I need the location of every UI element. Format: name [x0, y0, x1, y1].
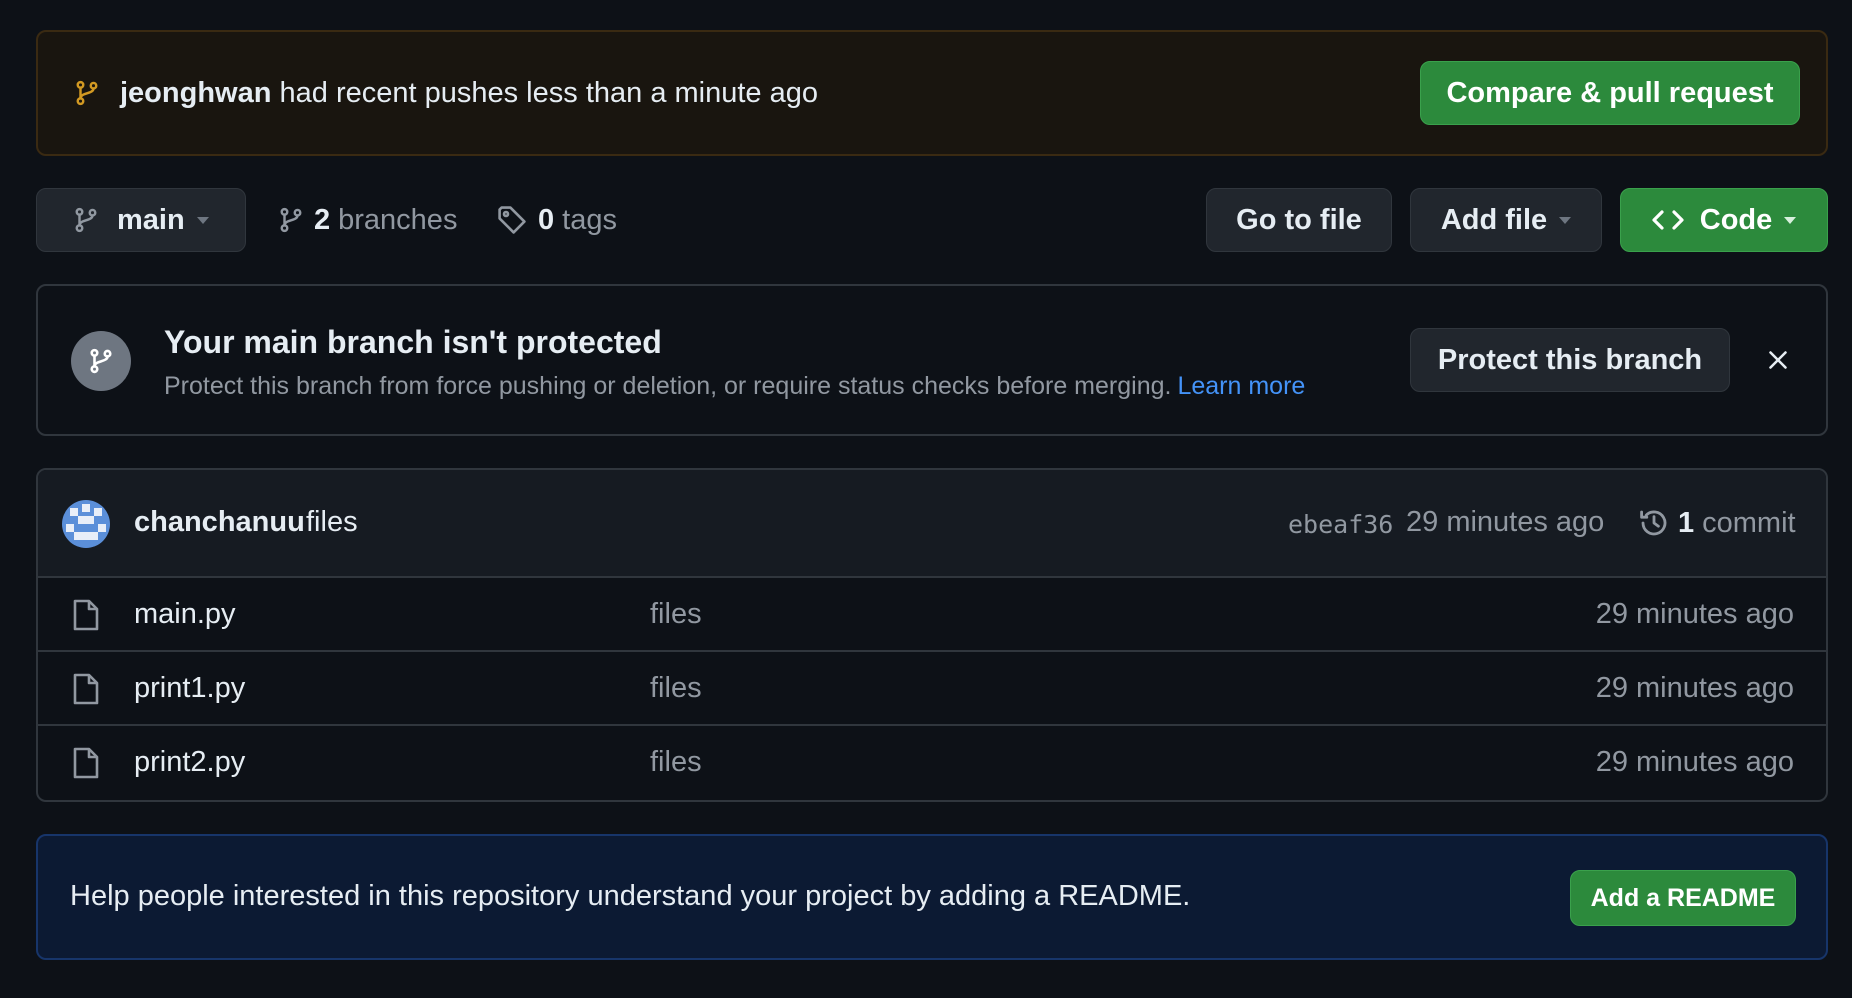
- tags-link[interactable]: 0 tags: [496, 188, 617, 252]
- branch-name: main: [117, 203, 185, 236]
- learn-more-link[interactable]: Learn more: [1177, 372, 1305, 400]
- branches-link[interactable]: 2 branches: [278, 188, 457, 252]
- git-branch-icon: [71, 331, 131, 391]
- commit-history-link[interactable]: 1 commit: [1638, 504, 1796, 542]
- compare-pull-request-button[interactable]: Compare & pull request: [1420, 61, 1800, 125]
- file-icon: [72, 598, 100, 632]
- push-message-text: had recent pushes less than a minute ago: [279, 76, 818, 109]
- commit-message[interactable]: files: [306, 506, 358, 539]
- file-name[interactable]: print1.py: [134, 672, 245, 705]
- file-row: print2.py files 29 minutes ago: [38, 726, 1826, 800]
- commit-count: 1: [1678, 506, 1695, 539]
- add-file-button[interactable]: Add file: [1410, 188, 1602, 252]
- tag-icon: [496, 204, 528, 236]
- push-message: jeonghwan had recent pushes less than a …: [120, 77, 818, 110]
- code-label: Code: [1699, 203, 1773, 236]
- latest-commit-row: chanchanuu files ebeaf36 29 minutes ago …: [38, 470, 1826, 578]
- file-time: 29 minutes ago: [1595, 746, 1794, 778]
- code-button[interactable]: Code: [1620, 188, 1828, 252]
- tags-label: tags: [562, 203, 617, 236]
- file-time: 29 minutes ago: [1595, 672, 1794, 704]
- file-list: chanchanuu files ebeaf36 29 minutes ago …: [36, 468, 1828, 802]
- close-icon[interactable]: [1762, 344, 1794, 376]
- recent-pushes-banner: jeonghwan had recent pushes less than a …: [36, 30, 1828, 156]
- git-branch-icon: [73, 205, 99, 235]
- branch-selector[interactable]: main: [36, 188, 246, 252]
- file-icon: [72, 746, 100, 780]
- git-branch-icon: [74, 78, 100, 108]
- file-name[interactable]: main.py: [134, 598, 236, 631]
- git-branch-icon: [278, 205, 304, 235]
- readme-banner: Help people interested in this repositor…: [36, 834, 1828, 960]
- add-file-label: Add file: [1440, 203, 1548, 236]
- history-icon: [1638, 507, 1670, 539]
- file-row: print1.py files 29 minutes ago: [38, 652, 1826, 726]
- chevron-down-icon: [1559, 216, 1572, 224]
- commit-author[interactable]: chanchanuu: [134, 506, 305, 539]
- tags-count: 0: [538, 203, 555, 236]
- chevron-down-icon: [1784, 216, 1797, 224]
- branch-protection-banner: Your main branch isn't protected Protect…: [36, 284, 1828, 436]
- repo-toolbar: main 2 branches 0 tags Go to file Add fi…: [36, 188, 1828, 252]
- protection-title: Your main branch isn't protected: [164, 324, 662, 360]
- file-icon: [72, 672, 100, 706]
- file-time: 29 minutes ago: [1595, 598, 1794, 630]
- add-readme-button[interactable]: Add a README: [1570, 870, 1796, 926]
- commit-time: 29 minutes ago: [1406, 506, 1605, 538]
- file-name[interactable]: print2.py: [134, 746, 245, 779]
- chevron-down-icon: [196, 216, 209, 224]
- file-row: main.py files 29 minutes ago: [38, 578, 1826, 652]
- protect-branch-button[interactable]: Protect this branch: [1410, 328, 1730, 392]
- commit-count-label: commit: [1702, 506, 1796, 539]
- code-icon: [1652, 208, 1684, 232]
- branches-count: 2: [314, 203, 331, 236]
- protection-description-text: Protect this branch from force pushing o…: [164, 372, 1172, 400]
- readme-prompt: Help people interested in this repositor…: [70, 880, 1191, 912]
- commit-sha[interactable]: ebeaf36: [1288, 510, 1393, 539]
- protection-description: Protect this branch from force pushing o…: [164, 372, 1305, 401]
- go-to-file-button[interactable]: Go to file: [1206, 188, 1392, 252]
- avatar[interactable]: [62, 500, 110, 548]
- file-commit-message[interactable]: files: [650, 672, 702, 705]
- file-commit-message[interactable]: files: [650, 746, 702, 779]
- file-commit-message[interactable]: files: [650, 598, 702, 631]
- push-user[interactable]: jeonghwan: [120, 77, 271, 109]
- branches-label: branches: [338, 203, 458, 236]
